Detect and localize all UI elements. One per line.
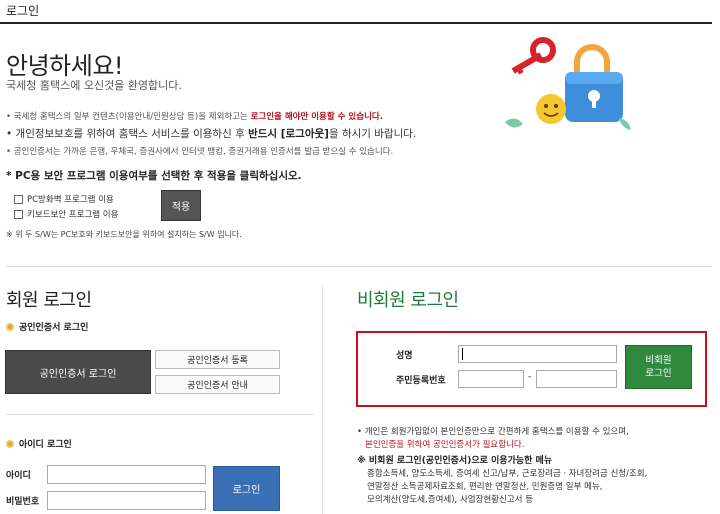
bullet-dot-icon bbox=[6, 439, 14, 448]
page-header-title: 로그인 bbox=[6, 4, 40, 18]
pc-security-note: ※ 위 두 S/W는 PC보호와 키보드보안을 위하여 설치하는 S/W 입니다… bbox=[6, 230, 242, 239]
section-divider bbox=[6, 266, 712, 267]
guest-login-title: 비회원 로그인 bbox=[357, 290, 459, 311]
id-login-heading-label: 아이디 로그인 bbox=[19, 440, 72, 450]
header-divider bbox=[0, 22, 712, 24]
password-input[interactable] bbox=[47, 491, 206, 510]
greeting-subtitle: 국세청 홈택스에 오신것을 환영합니다. bbox=[6, 79, 182, 92]
text-cursor bbox=[462, 348, 463, 360]
key-icon bbox=[511, 37, 556, 75]
guest-note-line2: 본인인증을 위하여 공인인증서가 필요합니다. bbox=[365, 440, 525, 450]
notice-list: • 국세청 홈택스의 일부 컨텐츠(이용안내/민원상담 등)을 제외하고는 로그… bbox=[6, 110, 526, 160]
pc-security-title: * PC용 보안 프로그램 이용여부를 선택한 후 적용을 클릭하십시오. bbox=[6, 170, 302, 182]
notice-cert: • 공인인증서는 가까운 은행, 우체국, 증권사에서 인터넷 뱅킹, 증권거래… bbox=[6, 147, 394, 157]
rrn-back-input[interactable] bbox=[536, 370, 617, 388]
rrn-front-input[interactable] bbox=[458, 370, 524, 388]
rrn-separator: - bbox=[528, 372, 532, 382]
cert-guide-button[interactable]: 공인인증서 안내 bbox=[155, 375, 280, 394]
cert-login-button[interactable]: 공인인증서 로그인 bbox=[5, 350, 151, 394]
firewall-option[interactable]: PC방화벽 프로그램 이용 bbox=[14, 193, 114, 205]
cert-register-button[interactable]: 공인인증서 등록 bbox=[155, 350, 280, 369]
keyboard-security-option[interactable]: 키보드보안 프로그램 이용 bbox=[14, 208, 118, 220]
guest-note-line1: • 개인은 회원가입없이 본인인증만으로 간편하게 홈택스를 이용할 수 있으며… bbox=[357, 427, 629, 437]
guest-services-heading: ※ 비회원 로그인(공인인증서)으로 이용가능한 메뉴 bbox=[357, 456, 553, 466]
cert-login-heading: 공인인증서 로그인 bbox=[6, 320, 88, 333]
guest-service-line: 연말정산 소득공제자료조회, 편리한 연말정산, 민원증명 일부 메뉴, bbox=[367, 482, 603, 492]
keyboard-security-label: 키보드보안 프로그램 이용 bbox=[27, 210, 119, 220]
apply-button[interactable]: 적용 bbox=[161, 190, 201, 221]
id-login-heading: 아이디 로그인 bbox=[6, 437, 72, 450]
login-button[interactable]: 로그인 bbox=[213, 466, 280, 511]
smiley-icon bbox=[536, 94, 566, 124]
lock-icon bbox=[565, 44, 623, 122]
guest-login-button[interactable]: 비회원 로그인 bbox=[625, 345, 692, 389]
id-input[interactable] bbox=[47, 465, 206, 484]
name-input[interactable] bbox=[458, 345, 617, 363]
greeting-title: 안녕하세요! bbox=[6, 52, 124, 80]
firewall-checkbox[interactable] bbox=[14, 194, 23, 204]
name-label: 성명 bbox=[396, 351, 413, 361]
password-label: 비밀번호 bbox=[6, 497, 40, 507]
notice-logout: • 개인정보보호를 위하여 홈택스 서비스를 이용하신 후 반드시 [로그아웃]… bbox=[6, 128, 417, 140]
guest-notes: • 개인은 회원가입없이 본인인증만으로 간편하게 홈택스를 이용할 수 있으며… bbox=[357, 426, 717, 507]
guest-service-line: 종합소득세, 양도소득세, 증여세 신고/납부, 근로장려금ㆍ자녀장려금 신청/… bbox=[367, 469, 648, 479]
rrn-label: 주민등록번호 bbox=[396, 376, 446, 386]
firewall-label: PC방화벽 프로그램 이용 bbox=[27, 195, 114, 205]
member-login-title: 회원 로그인 bbox=[6, 290, 92, 311]
bullet-dot-icon bbox=[6, 322, 14, 331]
keyboard-security-checkbox[interactable] bbox=[14, 209, 23, 219]
cert-login-heading-label: 공인인증서 로그인 bbox=[19, 323, 89, 333]
id-label: 아이디 bbox=[6, 471, 31, 481]
column-divider bbox=[322, 285, 323, 514]
notice-login-required: • 국세청 홈택스의 일부 컨텐츠(이용안내/민원상담 등)을 제외하고는 로그… bbox=[6, 112, 383, 122]
member-divider bbox=[6, 414, 314, 415]
guest-service-line: 모의계산(양도세,증여세), 사업장현황신고서 등 bbox=[367, 495, 534, 505]
